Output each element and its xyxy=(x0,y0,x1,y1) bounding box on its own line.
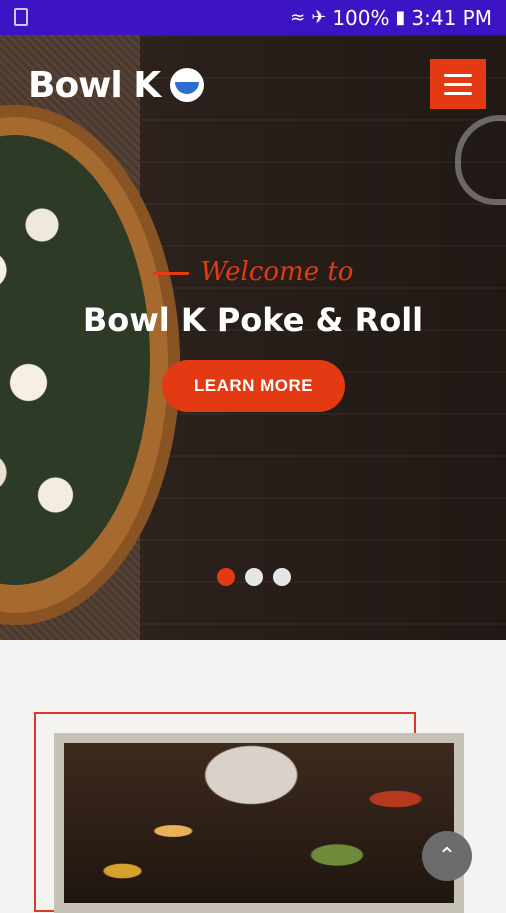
battery-icon: ▮ xyxy=(395,7,406,28)
status-right: ≈ ✈ 100% ▮ 3:41 PM xyxy=(290,0,492,35)
slider-dot-1[interactable] xyxy=(217,568,235,586)
welcome-text: Welcome to xyxy=(200,257,354,287)
hero-title: Bowl K Poke & Roll xyxy=(82,301,424,339)
welcome-dash xyxy=(152,271,189,275)
slider-dots xyxy=(217,568,291,586)
clock: 3:41 PM xyxy=(411,5,492,30)
chevron-up-icon: ⌃ xyxy=(437,843,457,868)
airplane-icon: ✈ xyxy=(311,7,327,28)
slider-dot-3[interactable] xyxy=(273,568,291,586)
hero-slider: Bowl K Welcome to Bowl K Poke & Roll LEA… xyxy=(0,35,506,640)
bowl-logo-icon xyxy=(170,68,205,102)
learn-more-button[interactable]: LEARN MORE xyxy=(162,360,345,412)
sim-icon xyxy=(14,8,28,26)
battery-percent: 100% xyxy=(332,5,390,30)
food-bar-image xyxy=(64,743,454,903)
wifi-icon: ≈ xyxy=(290,7,306,28)
brand-name: Bowl K xyxy=(28,64,161,106)
food-bar-photo xyxy=(54,733,464,913)
hamburger-icon xyxy=(444,73,472,77)
brand-logo[interactable]: Bowl K xyxy=(28,64,205,106)
status-bar: ≈ ✈ 100% ▮ 3:41 PM xyxy=(0,0,506,35)
slider-dot-2[interactable] xyxy=(245,568,263,586)
menu-button[interactable] xyxy=(430,59,486,109)
welcome-text-row: Welcome to xyxy=(0,257,506,287)
scroll-to-top-button[interactable]: ⌃ xyxy=(422,831,472,881)
